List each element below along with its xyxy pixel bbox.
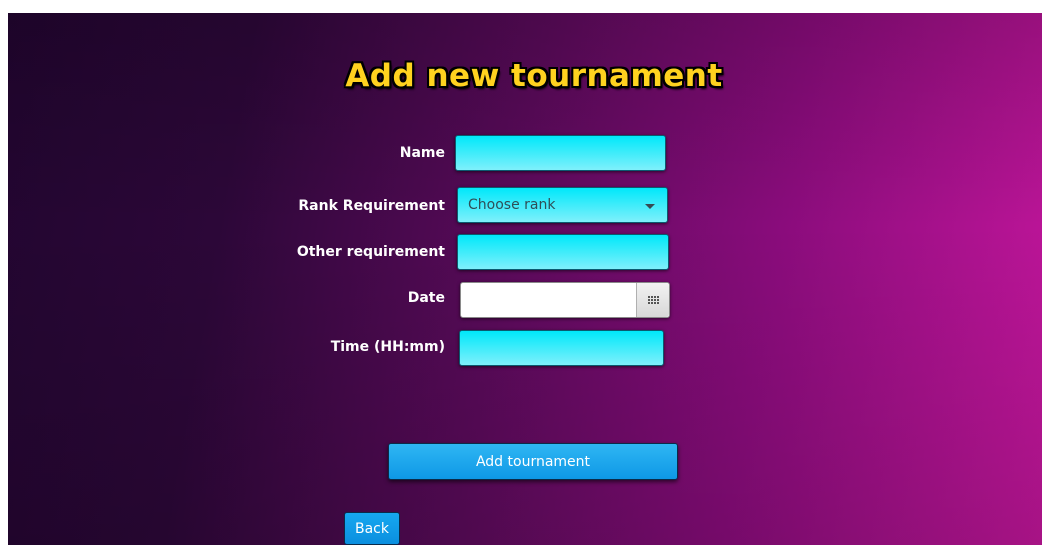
back-button[interactable]: Back: [344, 512, 400, 545]
rank-label: Rank Requirement: [298, 198, 445, 214]
name-label: Name: [399, 145, 445, 161]
calendar-button[interactable]: [636, 283, 669, 317]
rank-select[interactable]: Choose rank: [457, 187, 668, 223]
calendar-icon: [647, 295, 659, 305]
other-requirement-label: Other requirement: [296, 244, 445, 260]
date-label: Date: [407, 290, 445, 306]
chevron-down-icon: [645, 204, 655, 209]
add-tournament-button[interactable]: Add tournament: [388, 443, 678, 480]
page-title: Add new tournament: [345, 58, 723, 94]
rank-select-value: Choose rank: [468, 197, 556, 213]
other-requirement-input[interactable]: [457, 234, 669, 270]
time-input[interactable]: [459, 330, 664, 366]
date-picker[interactable]: [460, 282, 670, 318]
time-label: Time (HH:mm): [330, 339, 445, 355]
name-input[interactable]: [455, 135, 666, 171]
